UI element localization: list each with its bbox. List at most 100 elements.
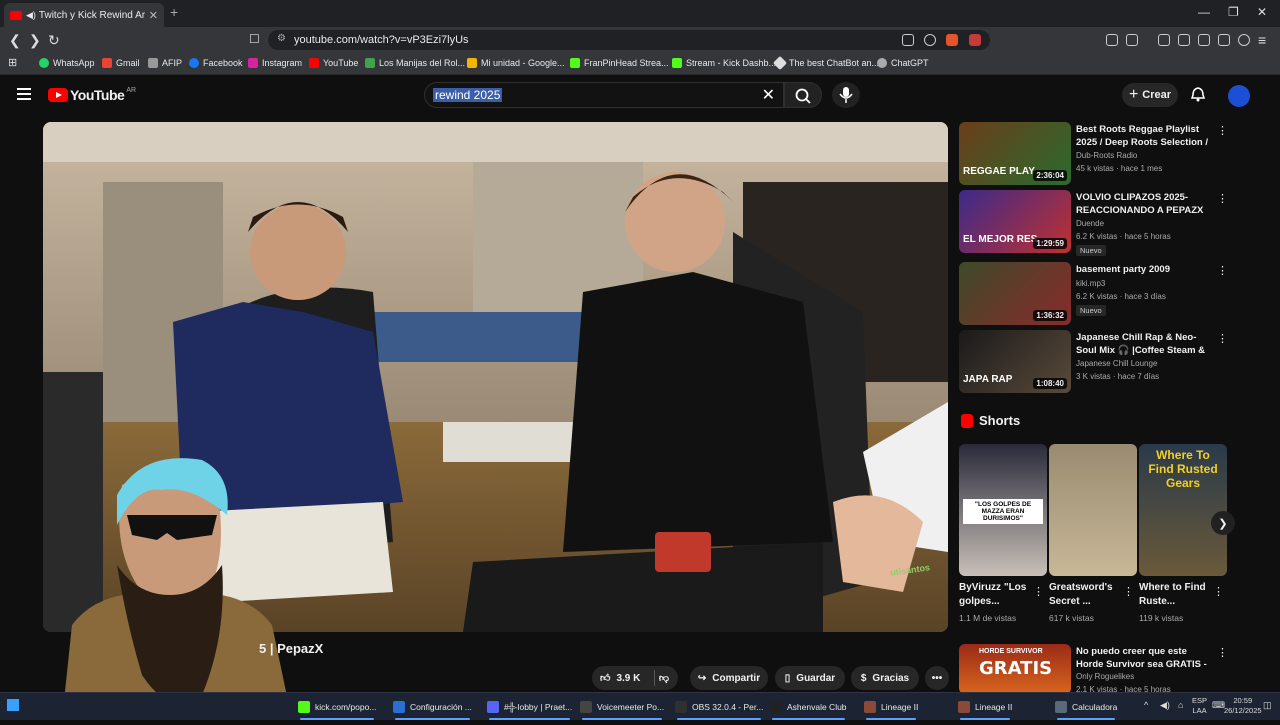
short-thumbnail[interactable]: Where To Find Rusted Gears <box>1139 444 1227 576</box>
bookmark-gmail[interactable]: Gmail <box>102 58 140 68</box>
taskbar-calculator[interactable]: Calculadora <box>1055 697 1117 720</box>
share-button[interactable]: ↪ Compartir <box>690 666 768 690</box>
hamburger-menu-icon[interactable] <box>17 88 31 100</box>
apps-grid-icon[interactable]: ⊞ <box>8 56 17 69</box>
leo-icon[interactable] <box>1218 34 1230 46</box>
taskbar-lineage-2[interactable]: Lineage II <box>958 697 1012 720</box>
network-icon[interactable]: ⌂ <box>1178 700 1183 710</box>
start-menu-icon[interactable] <box>7 699 19 711</box>
recommendation-channel[interactable]: Only Roguelikes <box>1076 672 1134 681</box>
language-indicator[interactable]: ESP LAA <box>1192 696 1207 716</box>
youtube-logo[interactable]: YouTube AR <box>48 87 136 103</box>
taskbar-discord[interactable]: #╬-lobby | Praet... <box>487 697 572 720</box>
short-thumbnail[interactable] <box>1049 444 1137 576</box>
vpn-icon[interactable] <box>1238 34 1250 46</box>
bookmark-whatsapp[interactable]: WhatsApp <box>39 58 95 68</box>
menu-icon[interactable]: ≡ <box>1258 32 1266 48</box>
short-more-options-icon[interactable]: ⋮ <box>1123 585 1134 598</box>
forward-icon[interactable]: ❯ <box>29 32 41 49</box>
tray-chevron-icon[interactable]: ^ <box>1144 700 1148 710</box>
video-duration: 2:36:04 <box>1033 170 1067 181</box>
recommendation-channel[interactable]: Japanese Chill Lounge <box>1076 359 1157 368</box>
bookmark-instagram[interactable]: Instagram <box>248 58 302 68</box>
save-button[interactable]: ▯ Guardar <box>775 666 845 690</box>
extensions-icon[interactable] <box>1106 34 1118 46</box>
recommendation-meta: 3 K vistas · hace 7 días <box>1076 372 1160 381</box>
taskbar-lineage-1[interactable]: Lineage II <box>864 697 918 720</box>
rewards-icon[interactable] <box>969 34 981 46</box>
taskbar-settings[interactable]: Configuración ... <box>393 697 472 720</box>
back-icon[interactable]: ❮ <box>9 32 21 49</box>
brave-shield-icon[interactable] <box>946 34 958 46</box>
site-info-icon[interactable]: ⚙ <box>277 33 286 44</box>
taskbar-obs[interactable]: OBS 32.0.4 - Per... <box>675 697 763 720</box>
cast-icon[interactable] <box>902 34 914 46</box>
short-title[interactable]: Where to Find Ruste... <box>1139 581 1215 609</box>
create-button[interactable]: + Crear <box>1122 83 1178 107</box>
taskbar-ashenvale[interactable]: Ashenvale Club <box>770 697 847 720</box>
bookmark-chatgpt[interactable]: ChatGPT <box>877 58 929 68</box>
shorts-next-button[interactable]: ❯ <box>1211 511 1235 535</box>
account-avatar[interactable] <box>1228 85 1250 107</box>
recommendation-item[interactable]: JAPA RAP 1:08:40 Japanese Chill Rap & Neo-… <box>959 330 1228 394</box>
audio-playing-icon[interactable]: ◀) <box>26 10 36 21</box>
notifications-bell-icon[interactable] <box>1190 86 1206 106</box>
short-title[interactable]: ByViruzz "Los golpes... <box>959 581 1035 609</box>
notification-center-icon[interactable]: ◫ <box>1263 700 1272 710</box>
more-options-icon[interactable]: ⋮ <box>1217 332 1228 345</box>
close-window-icon[interactable]: ✕ <box>1257 5 1267 19</box>
tab-search-icon[interactable] <box>1198 34 1210 46</box>
taskbar-kick[interactable]: kick.com/popo... <box>298 697 376 720</box>
media-icon[interactable] <box>1158 34 1170 46</box>
bookmarks-bar: ⊞ WhatsApp Gmail AFIP Facebook Instagram… <box>0 53 1280 75</box>
taskbar-voicemeeter[interactable]: Voicemeeter Po... <box>580 697 664 720</box>
minimize-icon[interactable]: — <box>1198 5 1210 19</box>
share-icon[interactable] <box>924 34 936 46</box>
bookmark-facebook[interactable]: Facebook <box>189 58 243 68</box>
chatgpt-icon <box>877 58 887 68</box>
more-options-icon[interactable]: ⋮ <box>1217 124 1228 137</box>
more-options-icon[interactable]: ⋮ <box>1217 192 1228 205</box>
bookmark-manijas[interactable]: Los Manijas del Rol... <box>365 58 465 68</box>
bookmark-afip[interactable]: AFIP <box>148 58 182 68</box>
browser-tab[interactable]: ◀) Twitch y Kick Rewind Argentin ✕ <box>4 3 164 27</box>
reload-icon[interactable]: ↻ <box>48 32 60 49</box>
restore-icon[interactable]: ❐ <box>1228 5 1239 19</box>
bookmark-icon[interactable]: ☐ <box>249 32 260 46</box>
sidebar-icon[interactable] <box>1178 34 1190 46</box>
bookmark-kick-dashboard[interactable]: Stream - Kick Dashb... <box>672 58 776 68</box>
kick-icon <box>672 58 682 68</box>
short-title[interactable]: Greatsword's Secret ... <box>1049 581 1125 609</box>
youtube-play-icon <box>48 88 68 102</box>
search-input[interactable]: rewind 2025 ✕ <box>424 82 784 108</box>
volume-icon[interactable]: ◀) <box>1160 700 1170 710</box>
bookmark-youtube[interactable]: YouTube <box>309 58 358 68</box>
url-field[interactable]: ⚙ youtube.com/watch?v=vP3Ezi7lyUs <box>268 30 990 50</box>
more-actions-button[interactable]: ••• <box>925 666 949 690</box>
dislike-button[interactable]: 👎︎ <box>650 666 678 690</box>
wallet-icon[interactable] <box>1126 34 1138 46</box>
recommendation-item[interactable]: REGGAE PLAY 2:36:04 Best Roots Reggae Play… <box>959 122 1228 186</box>
thanks-button[interactable]: $ Gracias <box>851 666 919 690</box>
clock[interactable]: 20:59 26/12/2025 <box>1224 696 1262 716</box>
chatbot-icon <box>772 55 788 71</box>
recommendation-channel[interactable]: Duende <box>1076 219 1104 228</box>
new-badge: Nuevo <box>1076 245 1106 256</box>
recommendation-channel[interactable]: kiki.mp3 <box>1076 279 1105 288</box>
more-options-icon[interactable]: ⋮ <box>1217 264 1228 277</box>
bookmark-chatbot[interactable]: The best ChatBot an... <box>772 55 879 71</box>
voice-search-button[interactable] <box>832 82 860 108</box>
bookmark-drive[interactable]: Mi unidad - Google... <box>467 58 565 68</box>
new-tab-button[interactable]: + <box>170 4 178 20</box>
search-button[interactable] <box>784 82 822 108</box>
short-thumbnail[interactable]: "LOS GOLPES DE MAZZA ERAN DURISIMOS" <box>959 444 1047 576</box>
short-more-options-icon[interactable]: ⋮ <box>1213 585 1224 598</box>
recommendation-item[interactable]: 1:36:32 basement party 2009 kiki.mp3 6.2 K … <box>959 262 1228 326</box>
short-more-options-icon[interactable]: ⋮ <box>1033 585 1044 598</box>
close-tab-icon[interactable]: ✕ <box>149 9 158 22</box>
clear-search-icon[interactable]: ✕ <box>762 85 775 105</box>
recommendation-channel[interactable]: Dub-Roots Radio <box>1076 151 1137 160</box>
recommendation-item[interactable]: EL MEJOR RES 1:29:59 VOLVIO CLIPAZOS 2025-… <box>959 190 1228 256</box>
bookmark-franpinhead[interactable]: FranPinHead Strea... <box>570 58 669 68</box>
more-options-icon[interactable]: ⋮ <box>1217 646 1228 659</box>
